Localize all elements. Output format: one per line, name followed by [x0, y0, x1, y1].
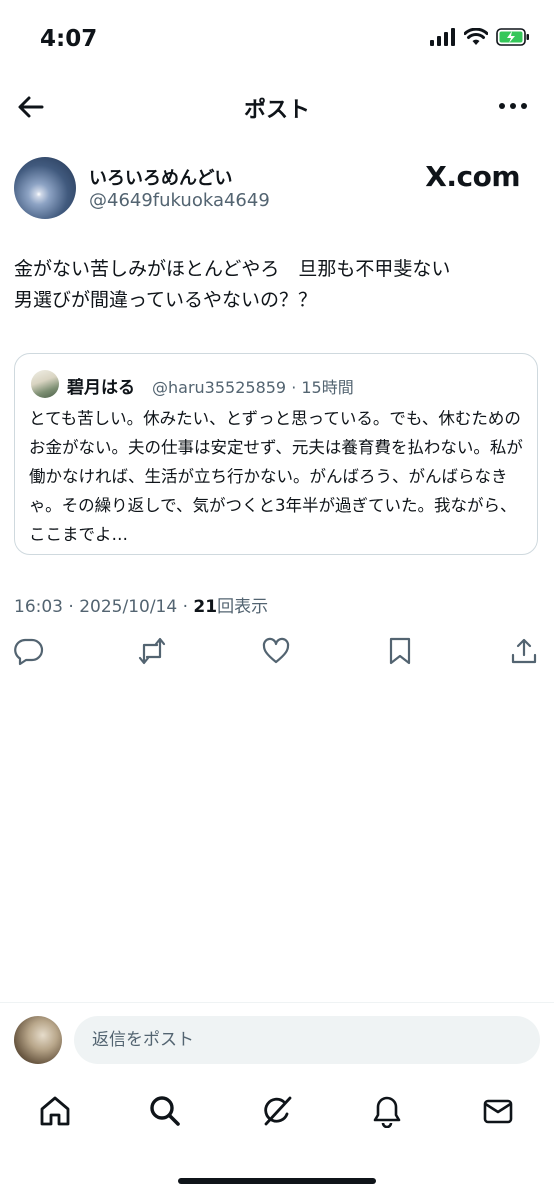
author-display-name[interactable]: いろいろめんどい	[89, 164, 232, 190]
search-icon	[150, 1096, 180, 1126]
reply-button[interactable]	[14, 636, 44, 666]
share-button[interactable]	[509, 636, 539, 666]
tab-home[interactable]	[38, 1094, 72, 1128]
views-label: 回表示	[217, 597, 269, 617]
quoted-author-name: 碧月はる	[67, 378, 135, 398]
status-icons	[430, 28, 530, 46]
repost-button[interactable]	[137, 636, 167, 666]
tab-messages[interactable]	[481, 1094, 515, 1128]
home-indicator	[178, 1178, 376, 1184]
grok-icon	[264, 1096, 292, 1126]
quoted-author-meta: @haru35525859 · 15時間	[152, 378, 354, 397]
post-actions	[0, 634, 554, 670]
heart-icon	[262, 637, 290, 664]
like-button[interactable]	[261, 636, 291, 666]
repost-icon	[138, 637, 166, 665]
views-count[interactable]: 21	[193, 597, 217, 617]
reply-divider	[0, 1002, 554, 1003]
my-avatar[interactable]	[14, 1016, 62, 1064]
bell-icon	[373, 1096, 401, 1128]
xcom-watermark: X.com	[425, 160, 520, 193]
quoted-author-avatar	[31, 370, 59, 398]
author-avatar[interactable]	[14, 157, 76, 219]
mail-icon	[483, 1099, 513, 1124]
bookmark-button[interactable]	[385, 636, 415, 666]
tab-grok[interactable]	[260, 1094, 294, 1128]
quoted-post-text: とても苦しい。休みたい、とずっと思っている。でも、休むためのお金がない。夫の仕事…	[29, 409, 523, 544]
bottom-tab-bar	[0, 1090, 554, 1134]
battery-charging-icon	[496, 28, 530, 46]
more-horizontal-icon	[499, 103, 527, 109]
status-time: 4:07	[40, 26, 98, 52]
author-handle[interactable]: @4649fukuoka4649	[89, 190, 270, 211]
share-icon	[511, 638, 537, 664]
reply-input[interactable]: 返信をポスト	[74, 1016, 540, 1064]
tab-search[interactable]	[148, 1094, 182, 1128]
post-timestamp-views: 16:03 · 2025/10/14 · 21回表示	[14, 592, 268, 617]
tab-notifications[interactable]	[370, 1094, 404, 1128]
more-options-button[interactable]	[496, 92, 530, 120]
home-icon	[40, 1096, 70, 1126]
quoted-post-card[interactable]: 碧月はる @haru35525859 · 15時間 とても苦しい。休みたい、とず…	[14, 353, 538, 555]
reply-icon	[14, 638, 44, 666]
page-title: ポスト	[243, 98, 310, 123]
post-time: 16:03 · 2025/10/14 ·	[14, 597, 194, 617]
wifi-icon	[464, 28, 488, 46]
bookmark-icon	[389, 637, 411, 665]
post-text: 金がない苦しみがほとんどやろ 旦那も不甲斐ない 男選びが間違っているやないの？？	[14, 258, 451, 311]
cellular-signal-icon	[430, 28, 456, 46]
